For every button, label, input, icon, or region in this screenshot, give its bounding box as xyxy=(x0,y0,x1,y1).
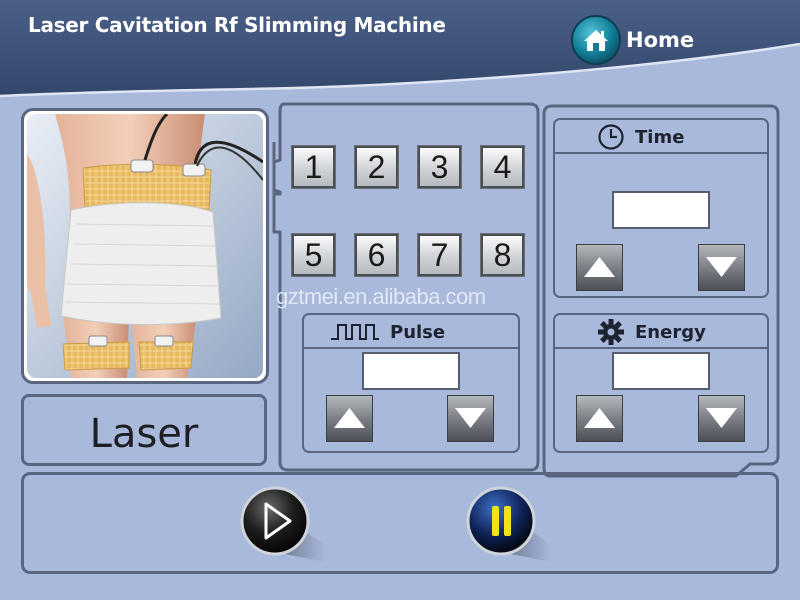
play-icon xyxy=(240,486,326,562)
time-down-button[interactable] xyxy=(698,244,745,291)
channel-button-1[interactable]: 1 xyxy=(291,145,336,189)
energy-title: Energy xyxy=(635,322,706,343)
up-arrow-icon xyxy=(584,257,615,277)
energy-up-button[interactable] xyxy=(576,395,623,442)
time-up-button[interactable] xyxy=(576,244,623,291)
pulse-value xyxy=(362,352,460,390)
up-arrow-icon xyxy=(334,408,365,428)
control-panel xyxy=(21,472,779,574)
time-title: Time xyxy=(635,127,685,148)
down-arrow-icon xyxy=(455,408,486,428)
down-arrow-icon xyxy=(706,257,737,277)
mode-panel: Laser xyxy=(21,394,267,466)
app-title: Laser Cavitation Rf Slimming Machine xyxy=(28,13,446,37)
treatment-image-frame xyxy=(21,108,269,384)
pulse-title: Pulse xyxy=(390,322,446,343)
energy-down-button[interactable] xyxy=(698,395,745,442)
channel-button-2[interactable]: 2 xyxy=(354,145,399,189)
up-arrow-icon xyxy=(584,408,615,428)
channel-button-7[interactable]: 7 xyxy=(417,233,462,277)
home-icon xyxy=(571,15,621,65)
pause-button[interactable] xyxy=(466,486,552,562)
channel-button-6[interactable]: 6 xyxy=(354,233,399,277)
watermark: gztmei.en.alibaba.com xyxy=(276,284,486,309)
gear-icon xyxy=(598,319,624,345)
home-label: Home xyxy=(626,28,695,52)
time-header: Time xyxy=(555,120,767,154)
pulse-header: Pulse xyxy=(304,315,518,349)
channel-button-3[interactable]: 3 xyxy=(417,145,462,189)
pause-icon xyxy=(466,486,552,562)
energy-header: Energy xyxy=(555,315,767,349)
mode-label: Laser xyxy=(89,411,199,457)
treatment-photo xyxy=(27,114,263,378)
clock-icon xyxy=(598,124,624,150)
header-banner: Laser Cavitation Rf Slimming Machine Hom… xyxy=(0,0,800,100)
home-button[interactable]: Home xyxy=(570,14,700,66)
channel-button-8[interactable]: 8 xyxy=(480,233,525,277)
pulse-up-button[interactable] xyxy=(326,395,373,442)
start-button[interactable] xyxy=(240,486,326,562)
time-value xyxy=(612,191,710,229)
channel-button-5[interactable]: 5 xyxy=(291,233,336,277)
energy-value xyxy=(612,352,710,390)
pulse-down-button[interactable] xyxy=(447,395,494,442)
pulse-wave-icon xyxy=(331,324,379,340)
down-arrow-icon xyxy=(706,408,737,428)
channel-button-4[interactable]: 4 xyxy=(480,145,525,189)
